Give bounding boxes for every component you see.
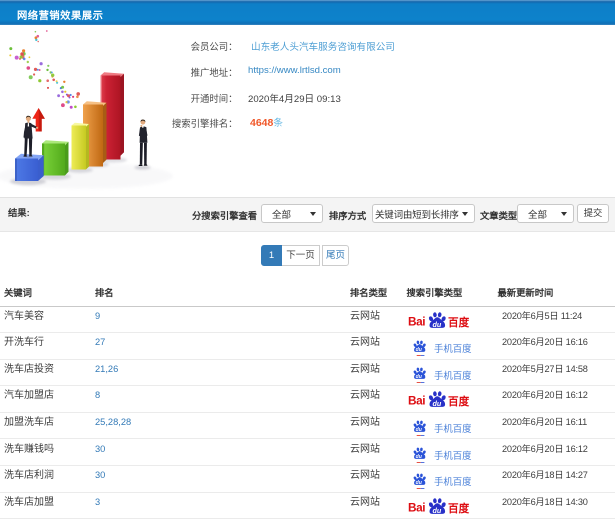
svg-text:du: du [416, 454, 422, 460]
svg-text:Bai: Bai [408, 500, 425, 514]
svg-text:du: du [433, 320, 442, 329]
svg-text:du: du [433, 400, 442, 409]
svg-text:百度: 百度 [448, 316, 470, 329]
svg-text:du: du [433, 506, 442, 515]
svg-text:du: du [416, 374, 422, 380]
svg-text:百度: 百度 [448, 395, 470, 408]
svg-text:百度: 百度 [448, 502, 470, 515]
svg-text:du: du [416, 480, 422, 486]
svg-text:Bai: Bai [408, 394, 425, 408]
svg-text:du: du [416, 348, 422, 354]
svg-text:du: du [416, 427, 422, 433]
svg-text:Bai: Bai [408, 314, 425, 328]
